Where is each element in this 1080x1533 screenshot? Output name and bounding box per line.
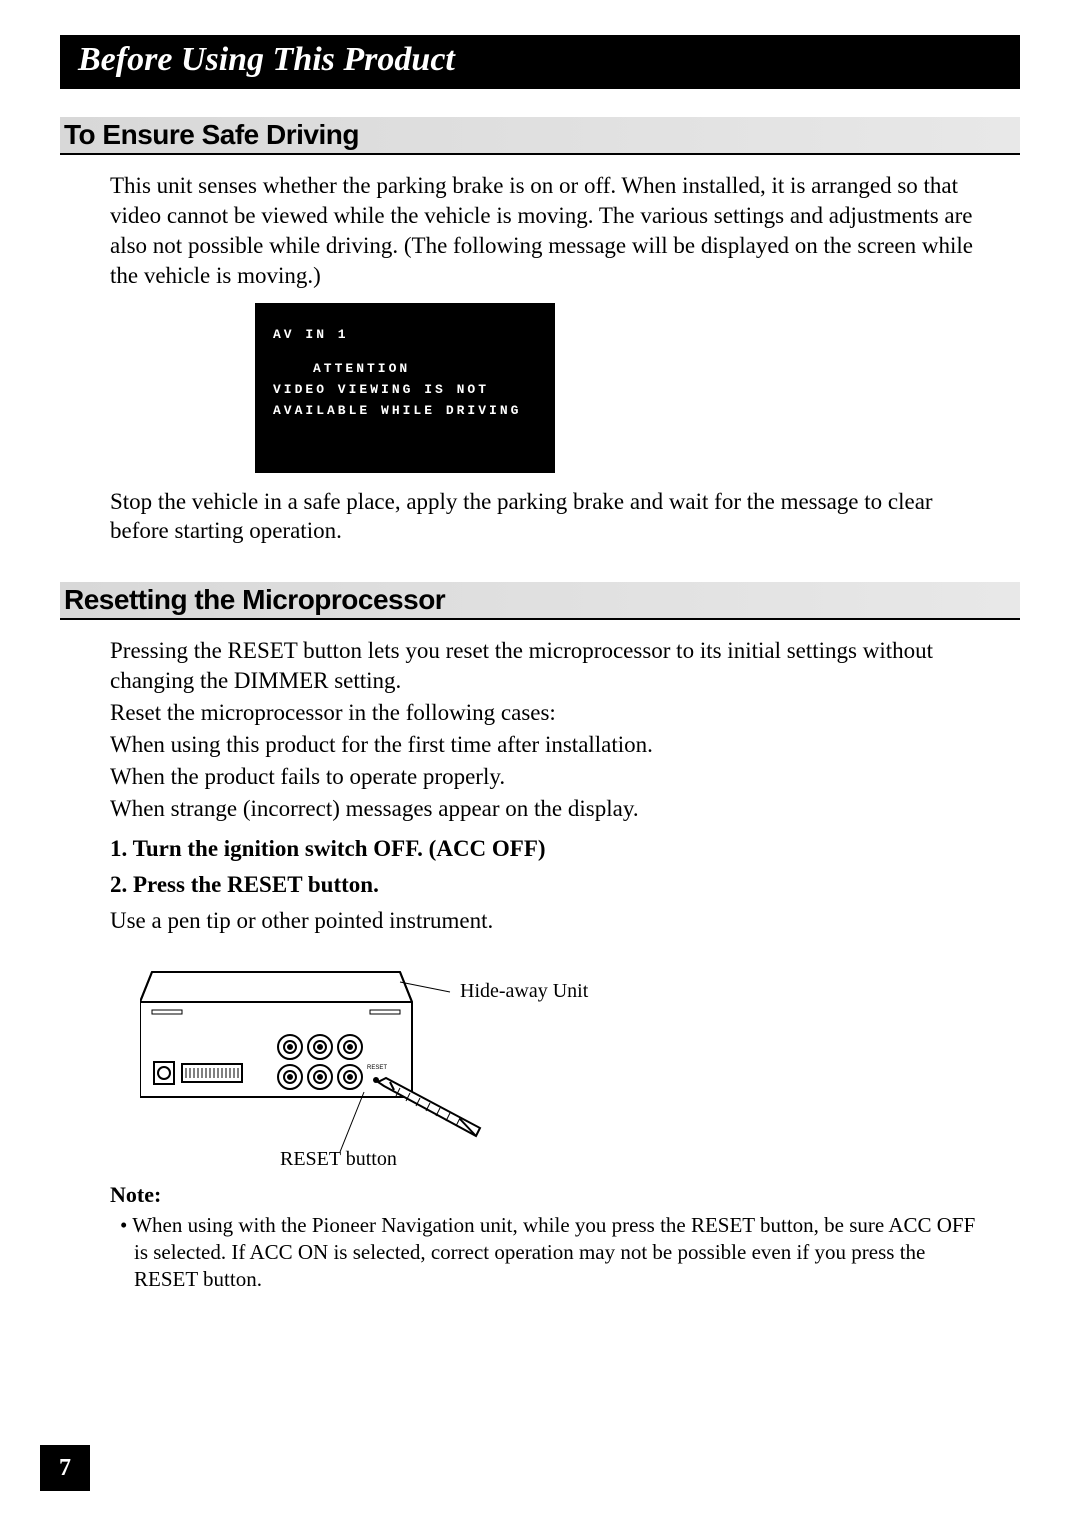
diagram-label-reset: RESET button <box>280 1148 397 1171</box>
safe-driving-para-1: This unit senses whether the parking bra… <box>110 171 980 291</box>
svg-text:RESET: RESET <box>367 1065 387 1071</box>
reset-steps-list: Turn the ignition switch OFF. (ACC OFF) … <box>110 836 1020 898</box>
screen-line-1: AV IN 1 <box>273 325 537 346</box>
reset-para-1: Pressing the RESET button lets you reset… <box>110 636 980 696</box>
page-content: Before Using This Product To Ensure Safe… <box>0 0 1080 1294</box>
reset-step-2: Press the RESET button. <box>110 872 1020 898</box>
reset-step-2-sub: Use a pen tip or other pointed instrumen… <box>110 908 1020 934</box>
chapter-title: Before Using This Product <box>60 35 1020 89</box>
diagram-label-unit: Hide-away Unit <box>460 980 588 1003</box>
reset-para-3: When using this product for the first ti… <box>110 730 980 760</box>
reset-para-4: When the product fails to operate proper… <box>110 762 980 792</box>
section-heading-reset: Resetting the Microprocessor <box>60 582 1020 620</box>
section-heading-safe-driving: To Ensure Safe Driving <box>60 117 1020 155</box>
reset-step-1: Turn the ignition switch OFF. (ACC OFF) <box>110 836 1020 862</box>
note-heading: Note: <box>110 1182 1020 1208</box>
note-item-1: When using with the Pioneer Navigation u… <box>120 1212 990 1294</box>
hideaway-unit-diagram: RESET <box>140 952 1020 1172</box>
safe-driving-para-2: Stop the vehicle in a safe place, apply … <box>110 487 980 547</box>
screen-line-3: VIDEO VIEWING IS NOT <box>273 380 537 401</box>
screen-line-4: AVAILABLE WHILE DRIVING <box>273 401 537 422</box>
screen-line-2: ATTENTION <box>273 359 537 380</box>
note-list: When using with the Pioneer Navigation u… <box>120 1212 990 1294</box>
reset-para-5: When strange (incorrect) messages appear… <box>110 794 980 824</box>
reset-para-2: Reset the microprocessor in the followin… <box>110 698 980 728</box>
page-number-tab: 7 <box>40 1445 90 1491</box>
on-screen-warning: AV IN 1 ATTENTION VIDEO VIEWING IS NOT A… <box>255 303 555 473</box>
